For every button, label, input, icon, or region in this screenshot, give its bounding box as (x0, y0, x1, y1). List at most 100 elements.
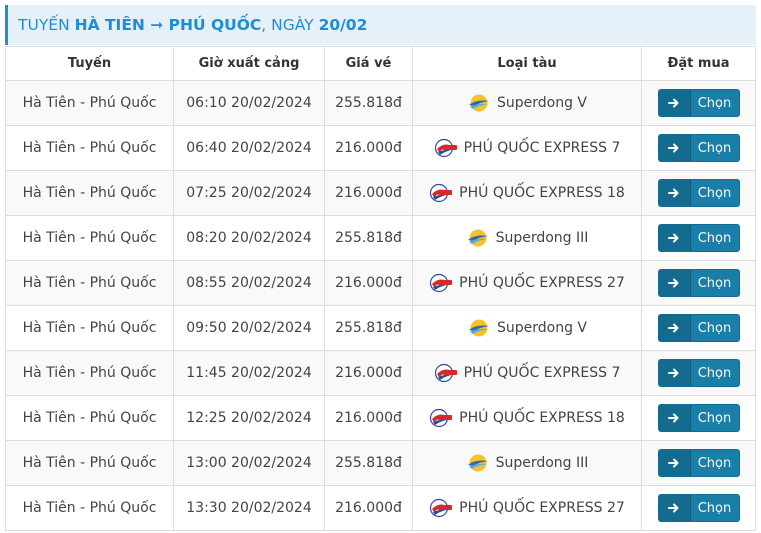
column-header-departure: Giờ xuất cảng (173, 46, 325, 81)
table-row: Hà Tiên - Phú Quốc 08:55 20/02/2024 216.00… (5, 260, 756, 306)
price-cell: 216.000đ (324, 170, 413, 216)
book-cell: Chọn (641, 350, 756, 396)
ship-cell: PHÚ QUỐC EXPRESS 7 (412, 125, 642, 171)
phuquoc-express-logo-icon (429, 183, 453, 203)
choose-button-label: Chọn (697, 365, 732, 381)
table-row: Hà Tiên - Phú Quốc 12:25 20/02/2024 216.00… (5, 395, 756, 441)
ship-name: PHÚ QUỐC EXPRESS 27 (459, 500, 625, 516)
arrow-right-icon (658, 225, 691, 251)
arrow-right-icon (658, 180, 691, 206)
header-date: 20/02 (318, 16, 368, 34)
ship-name: PHÚ QUỐC EXPRESS 18 (459, 185, 625, 201)
arrow-right-icon (658, 270, 691, 296)
price-cell: 216.000đ (324, 125, 413, 171)
book-cell: Chọn (641, 395, 756, 441)
ship-name: PHÚ QUỐC EXPRESS 27 (459, 275, 625, 291)
price-cell: 255.818đ (324, 440, 413, 486)
choose-button[interactable]: Chọn (657, 404, 740, 432)
ship-cell: Superdong V (412, 305, 642, 351)
route-cell: Hà Tiên - Phú Quốc (5, 350, 174, 396)
choose-button[interactable]: Chọn (657, 494, 740, 522)
column-header-price: Giá vé (324, 46, 413, 81)
table-row: Hà Tiên - Phú Quốc 06:40 20/02/2024 216.00… (5, 125, 756, 171)
departure-cell: 06:40 20/02/2024 (173, 125, 325, 171)
phuquoc-express-logo-icon (434, 363, 458, 383)
price-cell: 255.818đ (324, 215, 413, 261)
departure-cell: 08:20 20/02/2024 (173, 215, 325, 261)
choose-button-label: Chọn (697, 455, 732, 471)
choose-button[interactable]: Chọn (657, 359, 740, 387)
route-cell: Hà Tiên - Phú Quốc (5, 260, 174, 306)
table-row: Hà Tiên - Phú Quốc 11:45 20/02/2024 216.00… (5, 350, 756, 396)
ship-cell: Superdong III (412, 440, 642, 486)
route-cell: Hà Tiên - Phú Quốc (5, 395, 174, 441)
book-cell: Chọn (641, 215, 756, 261)
price-cell: 255.818đ (324, 80, 413, 126)
route-cell: Hà Tiên - Phú Quốc (5, 305, 174, 351)
phuquoc-express-logo-icon (429, 273, 453, 293)
superdong-logo-icon (467, 93, 491, 113)
route-cell: Hà Tiên - Phú Quốc (5, 170, 174, 216)
ship-cell: PHÚ QUỐC EXPRESS 7 (412, 350, 642, 396)
book-cell: Chọn (641, 485, 756, 531)
choose-button-label: Chọn (697, 230, 732, 246)
choose-button[interactable]: Chọn (657, 449, 740, 477)
ship-cell: PHÚ QUỐC EXPRESS 18 (412, 170, 642, 216)
departure-cell: 06:10 20/02/2024 (173, 80, 325, 126)
choose-button-label: Chọn (697, 500, 732, 516)
choose-button[interactable]: Chọn (657, 224, 740, 252)
arrow-right-icon (658, 450, 691, 476)
column-header-route: Tuyến (5, 46, 174, 81)
ship-name: Superdong V (496, 95, 587, 111)
route-cell: Hà Tiên - Phú Quốc (5, 80, 174, 126)
superdong-logo-icon (466, 453, 490, 473)
arrow-right-icon (658, 495, 691, 521)
table-row: Hà Tiên - Phú Quốc 07:25 20/02/2024 216.00… (5, 170, 756, 216)
price-cell: 216.000đ (324, 395, 413, 441)
table-row: Hà Tiên - Phú Quốc 06:10 20/02/2024 255.81… (5, 80, 756, 126)
table-row: Hà Tiên - Phú Quốc 13:00 20/02/2024 255.81… (5, 440, 756, 486)
route-cell: Hà Tiên - Phú Quốc (5, 440, 174, 486)
header-date-prefix: , NGÀY (261, 16, 319, 34)
arrow-right-icon (658, 315, 691, 341)
route-cell: Hà Tiên - Phú Quốc (5, 125, 174, 171)
choose-button-label: Chọn (697, 185, 732, 201)
choose-button-label: Chọn (697, 95, 732, 111)
choose-button[interactable]: Chọn (657, 314, 740, 342)
arrow-right-icon (658, 90, 691, 116)
superdong-logo-icon (467, 318, 491, 338)
choose-button[interactable]: Chọn (657, 89, 740, 117)
ship-name: PHÚ QUỐC EXPRESS 18 (459, 410, 625, 426)
ship-name: PHÚ QUỐC EXPRESS 7 (463, 365, 621, 381)
column-header-ship: Loại tàu (412, 46, 642, 81)
choose-button[interactable]: Chọn (657, 134, 740, 162)
arrow-right-icon (658, 405, 691, 431)
table-row: Hà Tiên - Phú Quốc 08:20 20/02/2024 255.81… (5, 215, 756, 261)
ship-name: Superdong III (495, 230, 589, 246)
ship-name: Superdong V (496, 320, 587, 336)
ship-cell: PHÚ QUỐC EXPRESS 27 (412, 485, 642, 531)
ship-cell: PHÚ QUỐC EXPRESS 27 (412, 260, 642, 306)
table-header-row: Tuyến Giờ xuất cảng Giá vé Loại tàu Đặt … (5, 46, 756, 81)
ship-cell: Superdong III (412, 215, 642, 261)
choose-button-label: Chọn (697, 320, 732, 336)
departure-cell: 13:30 20/02/2024 (173, 485, 325, 531)
price-cell: 255.818đ (324, 305, 413, 351)
schedule-table: Tuyến Giờ xuất cảng Giá vé Loại tàu Đặt … (5, 46, 756, 531)
header-route: HÀ TIÊN ➞ PHÚ QUỐC (74, 16, 262, 34)
arrow-right-icon (658, 360, 691, 386)
choose-button[interactable]: Chọn (657, 269, 740, 297)
departure-cell: 09:50 20/02/2024 (173, 305, 325, 351)
book-cell: Chọn (641, 440, 756, 486)
choose-button-label: Chọn (697, 410, 732, 426)
route-cell: Hà Tiên - Phú Quốc (5, 215, 174, 261)
arrow-right-icon (658, 135, 691, 161)
choose-button[interactable]: Chọn (657, 179, 740, 207)
ship-cell: Superdong V (412, 80, 642, 126)
table-row: Hà Tiên - Phú Quốc 13:30 20/02/2024 216.00… (5, 485, 756, 531)
departure-cell: 12:25 20/02/2024 (173, 395, 325, 441)
choose-button-label: Chọn (697, 140, 732, 156)
superdong-logo-icon (466, 228, 490, 248)
book-cell: Chọn (641, 305, 756, 351)
table-row: Hà Tiên - Phú Quốc 09:50 20/02/2024 255.81… (5, 305, 756, 351)
